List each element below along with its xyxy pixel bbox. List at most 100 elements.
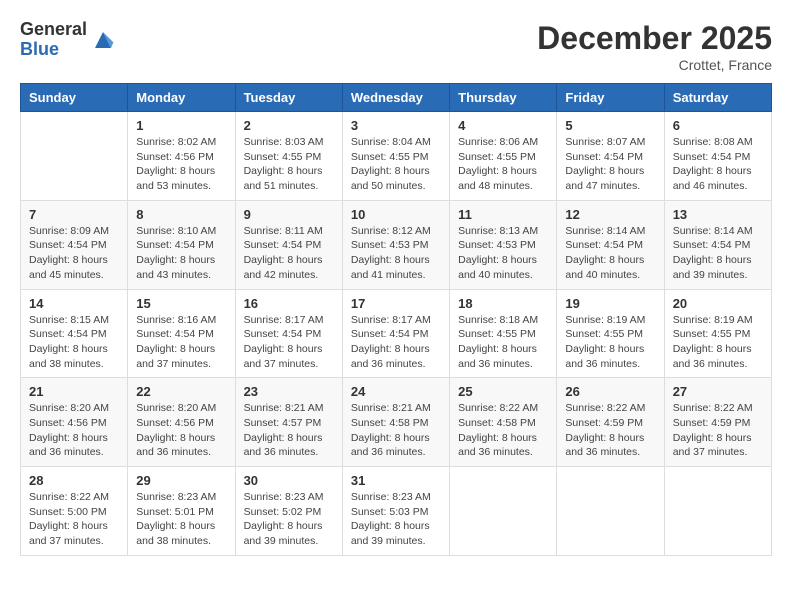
calendar-cell: 10 Sunrise: 8:12 AM Sunset: 4:53 PM Dayli… (342, 200, 449, 289)
day-number: 14 (29, 296, 119, 311)
logo-text: General Blue (20, 20, 87, 60)
day-info: Sunrise: 8:08 AM Sunset: 4:54 PM Dayligh… (673, 135, 763, 194)
day-number: 26 (565, 384, 655, 399)
day-info: Sunrise: 8:14 AM Sunset: 4:54 PM Dayligh… (565, 224, 655, 283)
calendar-week-row: 14 Sunrise: 8:15 AM Sunset: 4:54 PM Dayli… (21, 289, 772, 378)
day-info: Sunrise: 8:23 AM Sunset: 5:02 PM Dayligh… (244, 490, 334, 549)
day-info: Sunrise: 8:19 AM Sunset: 4:55 PM Dayligh… (673, 313, 763, 372)
day-info: Sunrise: 8:07 AM Sunset: 4:54 PM Dayligh… (565, 135, 655, 194)
day-info: Sunrise: 8:19 AM Sunset: 4:55 PM Dayligh… (565, 313, 655, 372)
calendar-cell: 23Sunrise: 8:21 AM Sunset: 4:57 PM Dayli… (235, 378, 342, 467)
day-number: 25 (458, 384, 548, 399)
calendar-cell: 12 Sunrise: 8:14 AM Sunset: 4:54 PM Dayli… (557, 200, 664, 289)
day-info: Sunrise: 8:02 AM Sunset: 4:56 PM Dayligh… (136, 135, 226, 194)
calendar-cell: 31 Sunrise: 8:23 AM Sunset: 5:03 PM Dayli… (342, 467, 449, 556)
calendar-cell: 2Sunrise: 8:03 AM Sunset: 4:55 PM Daylig… (235, 112, 342, 201)
day-number: 7 (29, 207, 119, 222)
logo: General Blue (20, 20, 115, 60)
calendar-cell: 25 Sunrise: 8:22 AM Sunset: 4:58 PM Dayli… (450, 378, 557, 467)
calendar-cell: 28Sunrise: 8:22 AM Sunset: 5:00 PM Dayli… (21, 467, 128, 556)
day-number: 31 (351, 473, 441, 488)
day-number: 4 (458, 118, 548, 133)
day-number: 6 (673, 118, 763, 133)
day-number: 28 (29, 473, 119, 488)
day-info: Sunrise: 8:22 AM Sunset: 4:59 PM Dayligh… (673, 401, 763, 460)
day-info: Sunrise: 8:17 AM Sunset: 4:54 PM Dayligh… (351, 313, 441, 372)
day-number: 19 (565, 296, 655, 311)
calendar-cell: 17 Sunrise: 8:17 AM Sunset: 4:54 PM Dayli… (342, 289, 449, 378)
calendar-header-friday: Friday (557, 84, 664, 112)
month-title: December 2025 (537, 20, 772, 57)
day-info: Sunrise: 8:22 AM Sunset: 4:58 PM Dayligh… (458, 401, 548, 460)
title-section: December 2025 Crottet, France (537, 20, 772, 73)
day-info: Sunrise: 8:06 AM Sunset: 4:55 PM Dayligh… (458, 135, 548, 194)
calendar-cell: 19 Sunrise: 8:19 AM Sunset: 4:55 PM Dayli… (557, 289, 664, 378)
logo-blue: Blue (20, 40, 87, 60)
calendar-cell: 7 Sunrise: 8:09 AM Sunset: 4:54 PM Daylig… (21, 200, 128, 289)
calendar-cell: 1 Sunrise: 8:02 AM Sunset: 4:56 PM Daylig… (128, 112, 235, 201)
day-number: 2 (244, 118, 334, 133)
calendar-cell (557, 467, 664, 556)
calendar-cell: 6 Sunrise: 8:08 AM Sunset: 4:54 PM Daylig… (664, 112, 771, 201)
calendar-week-row: 21Sunrise: 8:20 AM Sunset: 4:56 PM Dayli… (21, 378, 772, 467)
day-number: 29 (136, 473, 226, 488)
day-info: Sunrise: 8:20 AM Sunset: 4:56 PM Dayligh… (136, 401, 226, 460)
day-number: 10 (351, 207, 441, 222)
calendar-cell (21, 112, 128, 201)
day-number: 27 (673, 384, 763, 399)
calendar-cell: 5 Sunrise: 8:07 AM Sunset: 4:54 PM Daylig… (557, 112, 664, 201)
day-info: Sunrise: 8:21 AM Sunset: 4:57 PM Dayligh… (244, 401, 334, 460)
day-number: 20 (673, 296, 763, 311)
day-number: 22 (136, 384, 226, 399)
calendar-cell: 11 Sunrise: 8:13 AM Sunset: 4:53 PM Dayli… (450, 200, 557, 289)
calendar-cell: 21Sunrise: 8:20 AM Sunset: 4:56 PM Dayli… (21, 378, 128, 467)
calendar-cell: 3 Sunrise: 8:04 AM Sunset: 4:55 PM Daylig… (342, 112, 449, 201)
page-header: General Blue December 2025 Crottet, Fran… (20, 20, 772, 73)
day-number: 1 (136, 118, 226, 133)
calendar-cell (450, 467, 557, 556)
day-info: Sunrise: 8:11 AM Sunset: 4:54 PM Dayligh… (244, 224, 334, 283)
calendar-header-thursday: Thursday (450, 84, 557, 112)
calendar-week-row: 1 Sunrise: 8:02 AM Sunset: 4:56 PM Daylig… (21, 112, 772, 201)
calendar-week-row: 28Sunrise: 8:22 AM Sunset: 5:00 PM Dayli… (21, 467, 772, 556)
calendar-cell (664, 467, 771, 556)
day-info: Sunrise: 8:14 AM Sunset: 4:54 PM Dayligh… (673, 224, 763, 283)
day-info: Sunrise: 8:23 AM Sunset: 5:03 PM Dayligh… (351, 490, 441, 549)
day-info: Sunrise: 8:10 AM Sunset: 4:54 PM Dayligh… (136, 224, 226, 283)
calendar-cell: 18 Sunrise: 8:18 AM Sunset: 4:55 PM Dayli… (450, 289, 557, 378)
day-info: Sunrise: 8:17 AM Sunset: 4:54 PM Dayligh… (244, 313, 334, 372)
day-info: Sunrise: 8:04 AM Sunset: 4:55 PM Dayligh… (351, 135, 441, 194)
day-number: 16 (244, 296, 334, 311)
calendar-cell: 20 Sunrise: 8:19 AM Sunset: 4:55 PM Dayli… (664, 289, 771, 378)
calendar-cell: 29Sunrise: 8:23 AM Sunset: 5:01 PM Dayli… (128, 467, 235, 556)
day-info: Sunrise: 8:09 AM Sunset: 4:54 PM Dayligh… (29, 224, 119, 283)
day-number: 3 (351, 118, 441, 133)
day-info: Sunrise: 8:15 AM Sunset: 4:54 PM Dayligh… (29, 313, 119, 372)
calendar-header-saturday: Saturday (664, 84, 771, 112)
calendar-header-monday: Monday (128, 84, 235, 112)
calendar-header-tuesday: Tuesday (235, 84, 342, 112)
calendar-cell: 30Sunrise: 8:23 AM Sunset: 5:02 PM Dayli… (235, 467, 342, 556)
calendar-cell: 27 Sunrise: 8:22 AM Sunset: 4:59 PM Dayli… (664, 378, 771, 467)
calendar-cell: 14 Sunrise: 8:15 AM Sunset: 4:54 PM Dayli… (21, 289, 128, 378)
location: Crottet, France (537, 57, 772, 73)
day-number: 11 (458, 207, 548, 222)
day-number: 5 (565, 118, 655, 133)
calendar-cell: 26 Sunrise: 8:22 AM Sunset: 4:59 PM Dayli… (557, 378, 664, 467)
day-info: Sunrise: 8:16 AM Sunset: 4:54 PM Dayligh… (136, 313, 226, 372)
calendar-cell: 15Sunrise: 8:16 AM Sunset: 4:54 PM Dayli… (128, 289, 235, 378)
calendar-header-sunday: Sunday (21, 84, 128, 112)
day-number: 9 (244, 207, 334, 222)
day-number: 24 (351, 384, 441, 399)
day-info: Sunrise: 8:12 AM Sunset: 4:53 PM Dayligh… (351, 224, 441, 283)
day-number: 12 (565, 207, 655, 222)
calendar-table: SundayMondayTuesdayWednesdayThursdayFrid… (20, 83, 772, 556)
calendar-cell: 22 Sunrise: 8:20 AM Sunset: 4:56 PM Dayli… (128, 378, 235, 467)
calendar-header-wednesday: Wednesday (342, 84, 449, 112)
day-number: 17 (351, 296, 441, 311)
day-number: 8 (136, 207, 226, 222)
day-info: Sunrise: 8:18 AM Sunset: 4:55 PM Dayligh… (458, 313, 548, 372)
day-number: 18 (458, 296, 548, 311)
day-info: Sunrise: 8:13 AM Sunset: 4:53 PM Dayligh… (458, 224, 548, 283)
day-info: Sunrise: 8:22 AM Sunset: 4:59 PM Dayligh… (565, 401, 655, 460)
